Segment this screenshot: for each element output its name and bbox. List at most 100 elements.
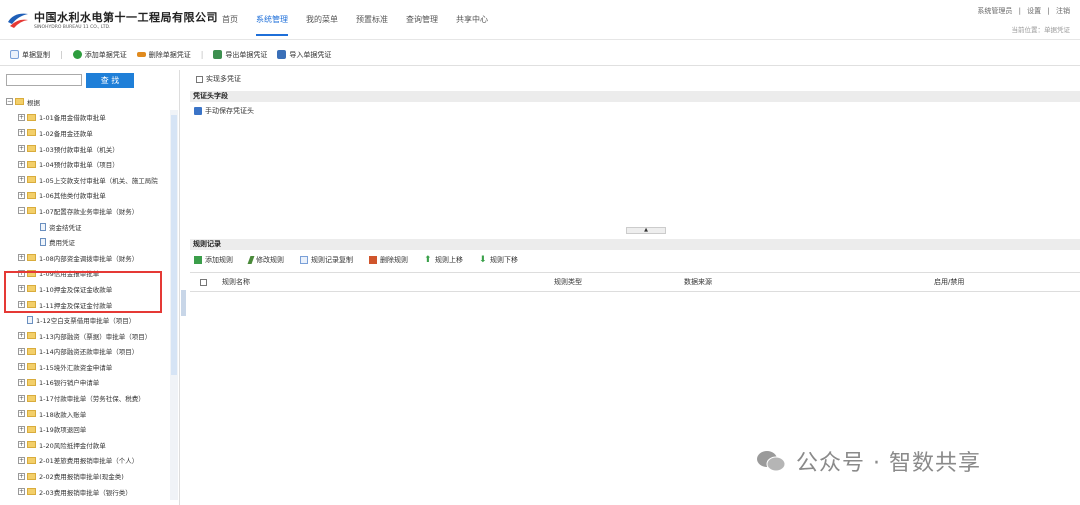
select-all-checkbox[interactable]: [200, 278, 207, 286]
tree-item[interactable]: 1-12空白支票借用审批单（项目）: [6, 312, 172, 328]
expand-icon[interactable]: +: [18, 410, 25, 418]
copy-document-button[interactable]: 单据复制: [10, 50, 50, 60]
tree-scrollbar-thumb[interactable]: [171, 115, 177, 375]
add-rule-button[interactable]: 添加规则: [194, 255, 233, 265]
tree-item-label: 1-06其他类付款审批单: [39, 192, 106, 201]
arrow-up-icon: ⬆: [424, 255, 432, 265]
tree-item[interactable]: +1-14内部融资还款审批单（项目）: [6, 344, 172, 360]
move-rule-down-button[interactable]: ⬇ 规则下移: [479, 255, 518, 265]
company-logo-icon: [8, 13, 28, 28]
tree-panel: 查 找 − 根据 +1-01备用金借款审批单 +1-02备用金还款单 +1-03预付…: [0, 70, 180, 505]
expand-icon[interactable]: +: [18, 191, 25, 199]
tree-item-label: 1-15境外汇款资金申请单: [39, 363, 113, 372]
tree-leaf-item[interactable]: 资金结凭证: [6, 219, 172, 235]
expand-icon[interactable]: +: [18, 456, 25, 464]
tree-item[interactable]: +1-06其他类付款审批单: [6, 188, 172, 204]
multi-voucher-checkbox[interactable]: [196, 75, 203, 83]
tree-item[interactable]: +1-18收款入账单: [6, 406, 172, 422]
tree-item[interactable]: +1-20风险抵押金付款单: [6, 437, 172, 453]
nav-shared-center[interactable]: 共享中心: [456, 14, 488, 36]
folder-icon: [27, 145, 36, 153]
tree-root[interactable]: − 根据: [6, 94, 172, 110]
tree-item[interactable]: +1-03预付款审批单（机关）: [6, 141, 172, 157]
breadcrumb: 当前位置：单据凭证: [1011, 26, 1071, 34]
col-rule-type[interactable]: 规则类型: [554, 277, 582, 287]
tree-item[interactable]: +1-05上交款支付审批单（机关、施工局院: [6, 172, 172, 188]
expand-icon[interactable]: +: [18, 472, 25, 480]
col-enabled[interactable]: 启用/禁用: [934, 277, 964, 287]
expand-icon[interactable]: +: [18, 394, 25, 402]
collapse-icon[interactable]: −: [6, 98, 13, 106]
tree-search-input[interactable]: [6, 74, 82, 86]
col-rule-name[interactable]: 规则名称: [222, 277, 250, 287]
delete-voucher-button[interactable]: 删除单据凭证: [136, 50, 191, 60]
tree-item-label: 费用凭证: [49, 239, 75, 248]
expand-icon[interactable]: +: [18, 145, 25, 153]
tree-item[interactable]: +1-19款项退回单: [6, 421, 172, 437]
expand-icon[interactable]: +: [18, 488, 25, 496]
expand-icon[interactable]: +: [18, 441, 25, 449]
col-data-source[interactable]: 数据来源: [684, 277, 712, 287]
folder-icon: [27, 410, 36, 418]
tree-item-label: 2-01差旅费用报销审批单（个人）: [39, 457, 139, 466]
delete-icon: [136, 52, 146, 57]
tree-item-label: 1-07配置存款业务审批单（财务）: [39, 207, 139, 216]
nav-preset-standard[interactable]: 预置标准: [356, 14, 388, 36]
expand-icon[interactable]: +: [18, 160, 25, 168]
tree-item[interactable]: +2-02费用报销审批单(现金类): [6, 468, 172, 484]
watermark: 公众号 · 智数共享: [756, 445, 981, 477]
expand-icon[interactable]: +: [18, 332, 25, 340]
tree-item-label: 1-08内部资金调拨审批单（财务）: [39, 254, 139, 263]
expand-icon[interactable]: +: [18, 378, 25, 386]
collapse-icon[interactable]: −: [18, 207, 25, 215]
logout-link[interactable]: 注销: [1056, 7, 1070, 15]
expand-icon[interactable]: +: [18, 254, 25, 262]
folder-icon: [27, 160, 36, 168]
move-rule-up-button[interactable]: ⬆ 规则上移: [424, 255, 463, 265]
tree-item[interactable]: +1-08内部资金调拨审批单（财务）: [6, 250, 172, 266]
export-icon: [213, 50, 223, 59]
folder-icon: [27, 347, 36, 355]
tree-item[interactable]: +1-02备用金还款单: [6, 125, 172, 141]
rules-toolbar: 添加规则 修改规则 规则记录复制 删除规则 ⬆ 规则上移 ⬇ 规则下移: [190, 252, 1080, 268]
tree-item[interactable]: +1-17付款审批单（劳务社保、税费）: [6, 390, 172, 406]
multi-voucher-option[interactable]: 实现多凭证: [196, 74, 241, 84]
import-voucher-button[interactable]: 导入单据凭证: [277, 50, 331, 60]
expand-icon[interactable]: +: [18, 425, 25, 433]
tree-item[interactable]: +1-16银行销户申请单: [6, 375, 172, 391]
add-voucher-button[interactable]: 添加单据凭证: [72, 50, 127, 60]
expand-icon[interactable]: +: [18, 129, 25, 137]
nav-home[interactable]: 首页: [222, 14, 238, 36]
export-voucher-button[interactable]: 导出单据凭证: [213, 50, 267, 60]
settings-link[interactable]: 设置: [1027, 7, 1041, 15]
nav-system-admin[interactable]: 系统管理: [256, 14, 288, 36]
tree-item[interactable]: +1-04预付款审批单（项目）: [6, 156, 172, 172]
import-icon: [277, 50, 287, 59]
tree-item[interactable]: +1-01备用金借款审批单: [6, 110, 172, 126]
expand-icon[interactable]: +: [18, 363, 25, 371]
folder-icon: [27, 207, 36, 215]
folder-icon: [15, 98, 24, 106]
splitter-handle[interactable]: ▲: [626, 227, 666, 234]
tree-item[interactable]: +2-03费用报销审批单（银行类）: [6, 484, 172, 500]
user-name-link[interactable]: 系统管理员: [977, 7, 1012, 15]
nav-my-menu[interactable]: 我的菜单: [306, 14, 338, 36]
tree-item-label: 1-03预付款审批单（机关）: [39, 145, 119, 154]
tree-item[interactable]: − 1-07配置存款业务审批单（财务）: [6, 203, 172, 219]
tree-item[interactable]: +2-01差旅费用报销审批单（个人）: [6, 453, 172, 469]
folder-icon: [27, 378, 36, 386]
tree-item[interactable]: +1-13内部融资（票据）审批单（项目）: [6, 328, 172, 344]
top-links: 系统管理员 | 设置 | 注销: [973, 6, 1070, 16]
panel-collapse-handle[interactable]: [181, 290, 186, 316]
expand-icon[interactable]: +: [18, 347, 25, 355]
tree-item[interactable]: +1-15境外汇款资金申请单: [6, 359, 172, 375]
manual-save-header-button[interactable]: 手动保存凭证头: [194, 106, 254, 116]
expand-icon[interactable]: +: [18, 113, 25, 121]
nav-query-manage[interactable]: 查询管理: [406, 14, 438, 36]
search-button[interactable]: 查 找: [86, 73, 134, 88]
copy-rule-button[interactable]: 规则记录复制: [300, 255, 353, 265]
delete-rule-button[interactable]: 删除规则: [369, 255, 408, 265]
tree-leaf-item[interactable]: 费用凭证: [6, 234, 172, 250]
edit-rule-button[interactable]: 修改规则: [247, 255, 284, 265]
expand-icon[interactable]: +: [18, 176, 25, 184]
